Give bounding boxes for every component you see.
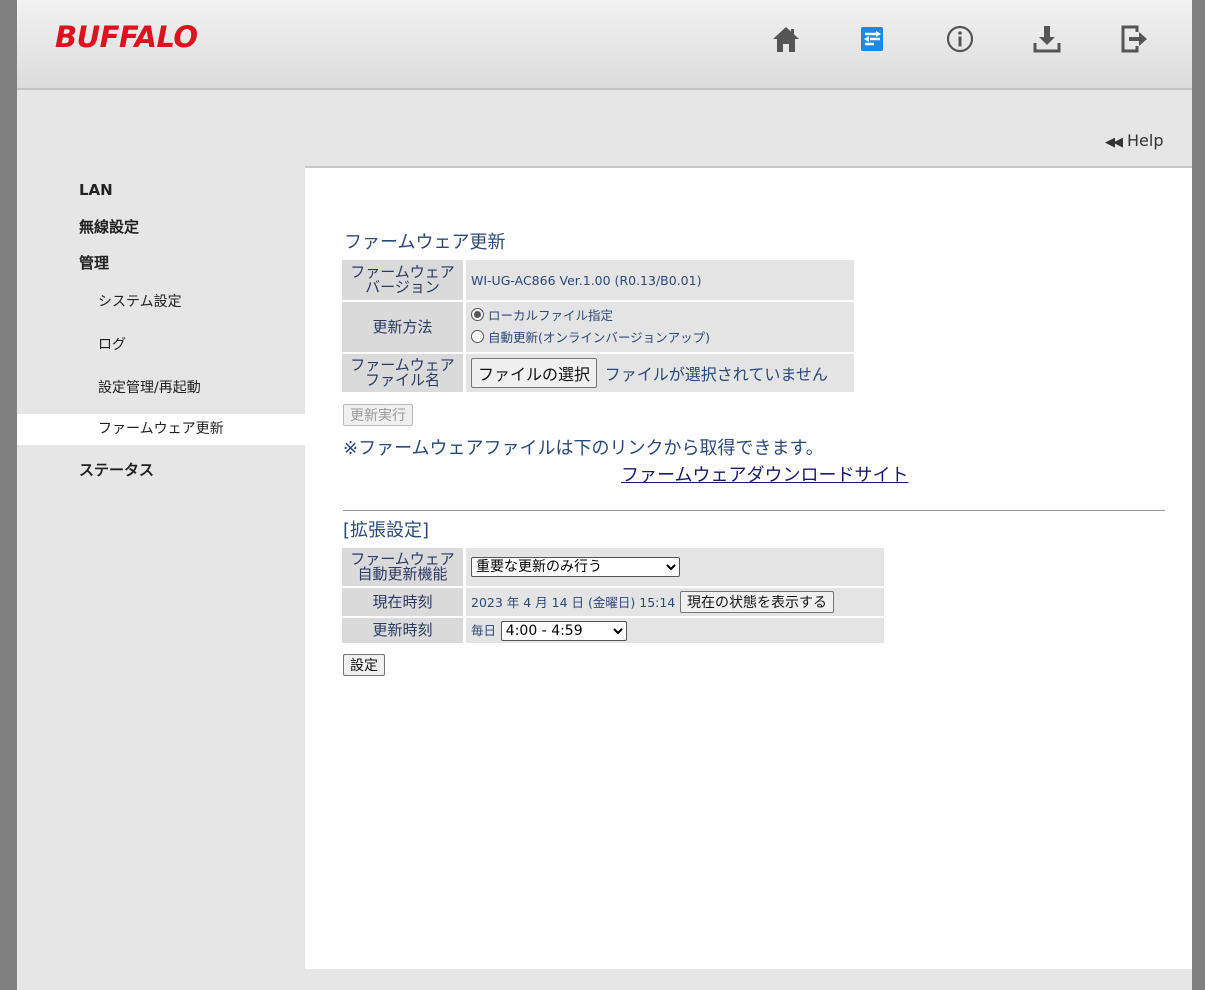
top-bar: BUFFALO — [17, 0, 1192, 90]
settings-icon[interactable] — [856, 22, 890, 56]
auto-update-select[interactable]: 重要な更新のみ行う — [471, 557, 680, 577]
sidebar-item-firmware-update[interactable]: ファームウェア更新 — [17, 414, 305, 445]
radio-selected-icon[interactable] — [471, 308, 484, 321]
radio-local-file[interactable]: ローカルファイル指定 — [471, 305, 849, 327]
home-icon[interactable] — [769, 22, 803, 56]
page-title: ファームウェア更新 — [344, 232, 506, 253]
choose-file-button[interactable]: ファイルの選択 — [471, 358, 598, 388]
update-time-label: 更新時刻 — [342, 618, 466, 643]
advanced-title: [拡張設定] — [343, 520, 430, 541]
sidebar-item-status[interactable]: ステータス — [17, 459, 305, 480]
page-frame: BUFFALO ◀◀ Help LAN 無線設定 管理 システム設定 ログ 設定管… — [17, 0, 1192, 990]
method-label: 更新方法 — [342, 302, 466, 352]
double-left-arrow-icon: ◀◀ — [1105, 135, 1123, 150]
sidebar-item-management[interactable]: 管理 — [17, 252, 305, 273]
show-status-button[interactable]: 現在の状態を表示する — [680, 591, 835, 613]
current-time-label: 現在時刻 — [342, 588, 466, 616]
logout-icon[interactable] — [1117, 22, 1151, 56]
divider — [343, 510, 1165, 511]
version-label: ファームウェア バージョン — [342, 260, 466, 300]
execute-update-button[interactable]: 更新実行 — [343, 404, 413, 426]
firmware-download-link[interactable]: ファームウェアダウンロードサイト — [621, 461, 908, 487]
buffalo-logo[interactable]: BUFFALO — [55, 20, 198, 54]
help-label: Help — [1127, 131, 1164, 150]
sidebar-item-wireless[interactable]: 無線設定 — [17, 216, 305, 237]
current-time-value: 2023 年 4 月 14 日 (金曜日) 15:14 — [471, 595, 676, 610]
update-time-select[interactable]: 4:00 - 4:59 — [500, 621, 627, 641]
firmware-form-table: ファームウェア バージョン WI-UG-AC866 Ver.1.00 (R0.13… — [342, 258, 854, 394]
help-link[interactable]: ◀◀ Help — [1105, 131, 1163, 150]
radio-auto-update[interactable]: 自動更新(オンラインバージョンアップ) — [471, 327, 849, 349]
sidebar-item-config-restart[interactable]: 設定管理/再起動 — [17, 377, 305, 397]
file-status: ファイルが選択されていません — [604, 365, 828, 384]
version-value: WI-UG-AC866 Ver.1.00 (R0.13/B0.01) — [466, 260, 854, 300]
main-content: ファームウェア更新 ファームウェア バージョン WI-UG-AC866 Ver.1… — [305, 166, 1192, 969]
update-time-prefix: 毎日 — [471, 623, 497, 638]
auto-update-label: ファームウェア 自動更新機能 — [342, 548, 466, 586]
radio-unselected-icon[interactable] — [471, 330, 484, 343]
sidebar-item-system-settings[interactable]: システム設定 — [17, 291, 305, 311]
submit-settings-button[interactable]: 設定 — [343, 654, 385, 676]
firmware-note: ※ファームウェアファイルは下のリンクから取得できます。 — [343, 438, 824, 459]
sidebar-item-lan[interactable]: LAN — [17, 181, 305, 199]
info-icon[interactable] — [943, 22, 977, 56]
file-label: ファームウェア ファイル名 — [342, 354, 466, 392]
advanced-form-table: ファームウェア 自動更新機能 重要な更新のみ行う 現在時刻 2023 年 4 月 … — [342, 546, 884, 645]
download-icon[interactable] — [1030, 22, 1064, 56]
sidebar-item-log[interactable]: ログ — [17, 334, 305, 354]
